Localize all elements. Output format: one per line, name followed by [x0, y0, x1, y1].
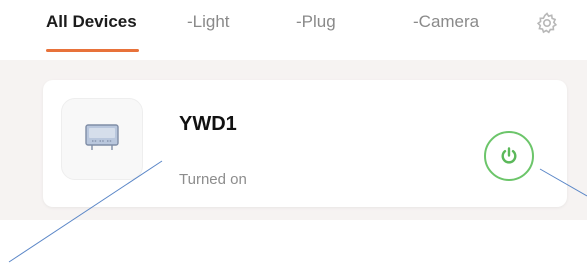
- device-status: Turned on: [179, 171, 247, 188]
- heater-panel-icon: [85, 124, 119, 150]
- tab-light[interactable]: -Light: [187, 12, 230, 32]
- power-icon: [501, 147, 517, 164]
- tab-camera[interactable]: -Camera: [413, 12, 479, 32]
- device-thumbnail: [61, 98, 143, 180]
- device-card[interactable]: YWD1 Turned on: [43, 80, 567, 207]
- device-name: YWD1: [179, 113, 237, 135]
- tab-plug[interactable]: -Plug: [296, 12, 336, 32]
- active-tab-indicator: [46, 49, 139, 52]
- power-button[interactable]: [484, 131, 534, 181]
- tab-all-devices[interactable]: All Devices: [46, 12, 137, 32]
- gear-icon[interactable]: [535, 11, 559, 35]
- device-list: YWD1 Turned on: [0, 60, 587, 220]
- device-category-tabs: All Devices -Light -Plug -Camera: [0, 0, 587, 60]
- device-list-screen: All Devices -Light -Plug -Camera YWD1 Tu…: [0, 0, 587, 265]
